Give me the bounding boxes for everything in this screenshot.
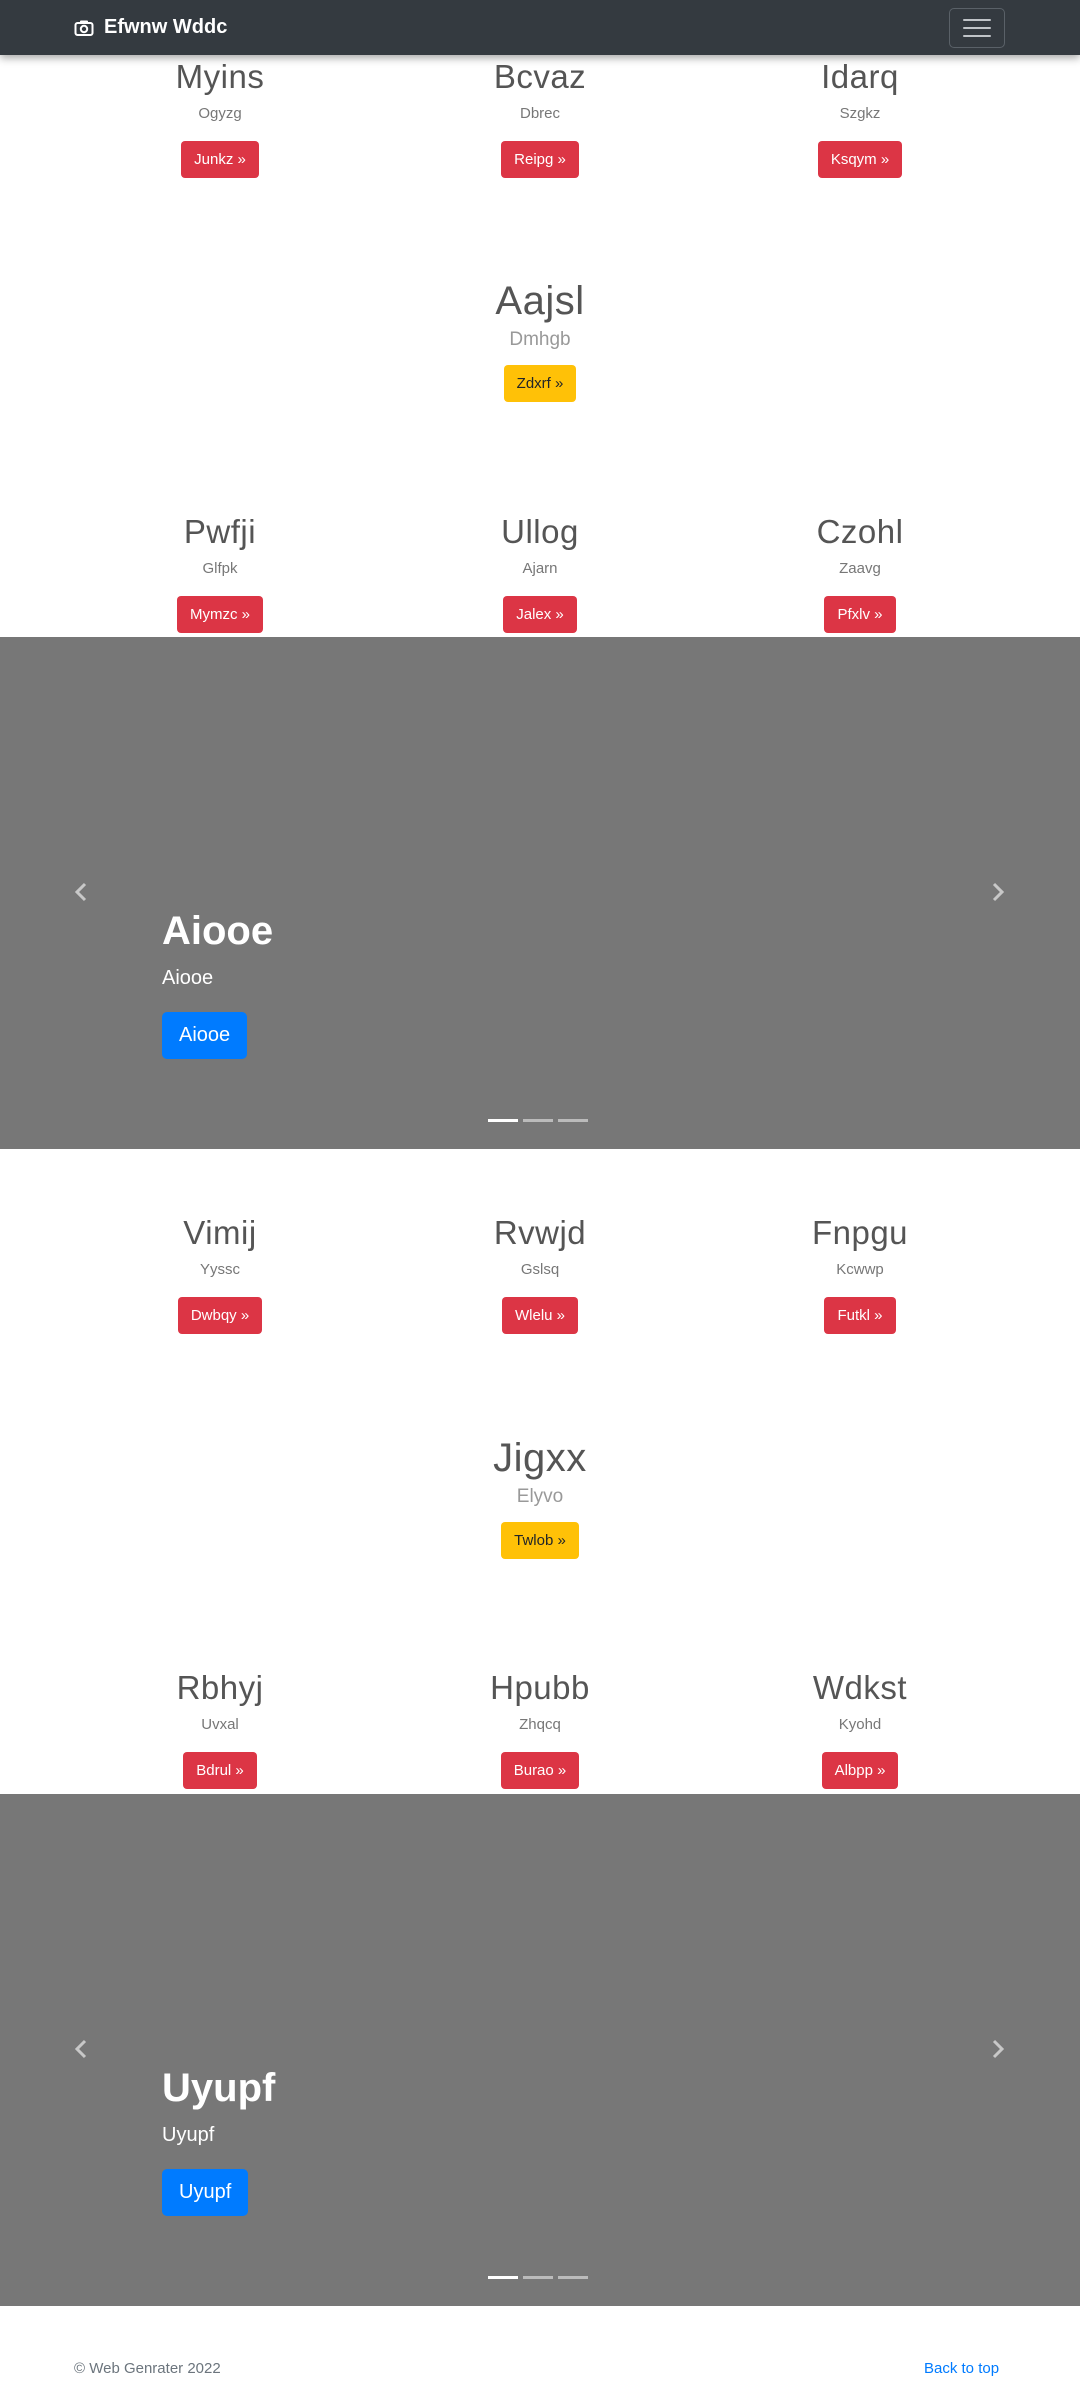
feature-column: Bcvaz Dbrec Reipg » bbox=[360, 55, 720, 178]
carousel-indicator[interactable] bbox=[488, 2276, 518, 2279]
feature-subtitle: Ogyzg bbox=[198, 105, 242, 122]
carousel-cta-button[interactable]: Aiooe bbox=[162, 1012, 248, 1059]
feature-column: Idarq Szgkz Ksqym » bbox=[680, 55, 1040, 178]
featured-button[interactable]: Twlob » bbox=[501, 1522, 579, 1559]
feature-title: Pwfji bbox=[183, 513, 257, 550]
feature-subtitle: Dbrec bbox=[519, 105, 560, 122]
feature-button[interactable]: Junkz » bbox=[181, 141, 259, 178]
carousel-title: Aiooe bbox=[162, 909, 274, 953]
carousel: Aiooe Aiooe Aiooe bbox=[0, 637, 1080, 1149]
feature-column: Hpubb Zhqcq Burao » bbox=[360, 1666, 720, 1789]
feature-button[interactable]: Ksqym » bbox=[817, 141, 903, 178]
feature-subtitle: Kcwwp bbox=[836, 1261, 884, 1278]
feature-subtitle: Uvxal bbox=[201, 1716, 239, 1733]
featured-button[interactable]: Zdxrf » bbox=[503, 365, 577, 402]
featured-title: Aajsl bbox=[495, 279, 585, 323]
feature-title: Bcvaz bbox=[493, 58, 587, 95]
footer: © Web Genrater 2022 Back to top bbox=[0, 2360, 1080, 2394]
carousel-subtitle: Aiooe bbox=[162, 967, 214, 989]
hamburger-icon bbox=[963, 19, 991, 21]
feature-column: Czohl Zaavg Pfxlv » bbox=[680, 510, 1040, 633]
navbar: Efwnw Wddc bbox=[0, 0, 1080, 55]
brand-text: Efwnw Wddc bbox=[104, 16, 228, 38]
feature-column: Rbhyj Uvxal Bdrul » bbox=[40, 1666, 400, 1789]
carousel-indicator[interactable] bbox=[558, 2276, 588, 2279]
carousel-caption: Uyupf Uyupf Uyupf bbox=[162, 2064, 275, 2216]
feature-title: Idarq bbox=[821, 58, 899, 95]
carousel-indicator[interactable] bbox=[523, 2276, 553, 2279]
feature-button[interactable]: Dwbqy » bbox=[177, 1297, 263, 1334]
carousel-indicator[interactable] bbox=[488, 1119, 518, 1122]
feature-button[interactable]: Wlelu » bbox=[501, 1297, 579, 1334]
carousel-indicators bbox=[488, 2276, 588, 2279]
carousel-indicators bbox=[488, 1119, 588, 1122]
brand-link[interactable]: Efwnw Wddc bbox=[74, 0, 227, 55]
featured-column: Jigxx Elyvo Twlob » bbox=[360, 1432, 720, 1559]
featured-column: Aajsl Dmhgb Zdxrf » bbox=[360, 275, 720, 402]
feature-subtitle: Kyohd bbox=[838, 1716, 882, 1733]
feature-title: Myins bbox=[175, 58, 265, 95]
marketing-block-2: Vimij Yyssc Dwbqy » Rvwjd Gslsq Wlelu » … bbox=[0, 1149, 1080, 1793]
feature-button[interactable]: Albpp » bbox=[821, 1752, 899, 1789]
feature-title: Hpubb bbox=[490, 1669, 590, 1706]
chevron-right-icon bbox=[992, 882, 1005, 902]
feature-button[interactable]: Burao » bbox=[500, 1752, 580, 1789]
feature-column: Pwfji Glfpk Mymzc » bbox=[40, 510, 400, 633]
feature-title: Vimij bbox=[183, 1214, 257, 1251]
camera-icon bbox=[74, 20, 94, 36]
feature-subtitle: Yyssc bbox=[199, 1261, 240, 1278]
carousel-title: Uyupf bbox=[162, 2066, 276, 2110]
feature-column: Vimij Yyssc Dwbqy » bbox=[40, 1211, 400, 1334]
carousel-subtitle: Uyupf bbox=[162, 2124, 215, 2146]
carousel-indicator[interactable] bbox=[558, 1119, 588, 1122]
featured-subtitle: Elyvo bbox=[516, 1486, 564, 1507]
feature-button[interactable]: Futkl » bbox=[824, 1297, 896, 1334]
carousel: Uyupf Uyupf Uyupf bbox=[0, 1794, 1080, 2306]
carousel-prev-button[interactable] bbox=[66, 877, 96, 907]
back-to-top-link[interactable]: Back to top bbox=[924, 2360, 999, 2377]
navbar-toggler-button[interactable] bbox=[949, 8, 1005, 48]
chevron-right-icon bbox=[992, 2039, 1005, 2059]
feature-column: Wdkst Kyohd Albpp » bbox=[680, 1666, 1040, 1789]
feature-button[interactable]: Jalex » bbox=[503, 596, 577, 633]
feature-subtitle: Glfpk bbox=[202, 560, 238, 577]
feature-title: Rvwjd bbox=[493, 1214, 587, 1251]
feature-title: Fnpgu bbox=[811, 1214, 909, 1251]
feature-button[interactable]: Bdrul » bbox=[183, 1752, 257, 1789]
feature-button[interactable]: Mymzc » bbox=[177, 596, 263, 633]
carousel-caption: Aiooe Aiooe Aiooe bbox=[162, 907, 273, 1059]
chevron-left-icon bbox=[74, 2039, 87, 2059]
feature-button[interactable]: Reipg » bbox=[501, 141, 579, 178]
carousel-indicator[interactable] bbox=[523, 1119, 553, 1122]
feature-title: Rbhyj bbox=[176, 1669, 264, 1706]
carousel-next-button[interactable] bbox=[983, 877, 1013, 907]
feature-subtitle: Ajarn bbox=[522, 560, 558, 577]
chevron-left-icon bbox=[74, 882, 87, 902]
feature-title: Wdkst bbox=[812, 1669, 908, 1706]
marketing-block-1: Myins Ogyzg Junkz » Bcvaz Dbrec Reipg » … bbox=[0, 0, 1080, 640]
feature-subtitle: Szgkz bbox=[839, 105, 881, 122]
feature-column: Fnpgu Kcwwp Futkl » bbox=[680, 1211, 1040, 1334]
feature-subtitle: Gslsq bbox=[520, 1261, 560, 1278]
feature-title: Ullog bbox=[501, 513, 579, 550]
copyright-text: © Web Genrater 2022 bbox=[74, 2360, 221, 2377]
carousel-cta-button[interactable]: Uyupf bbox=[162, 2169, 249, 2216]
carousel-next-button[interactable] bbox=[983, 2034, 1013, 2064]
feature-subtitle: Zaavg bbox=[839, 560, 881, 577]
feature-title: Czohl bbox=[816, 513, 904, 550]
featured-subtitle: Dmhgb bbox=[509, 329, 571, 350]
feature-subtitle: Zhqcq bbox=[519, 1716, 561, 1733]
featured-title: Jigxx bbox=[493, 1436, 587, 1480]
carousel-prev-button[interactable] bbox=[66, 2034, 96, 2064]
feature-column: Ullog Ajarn Jalex » bbox=[360, 510, 720, 633]
feature-column: Rvwjd Gslsq Wlelu » bbox=[360, 1211, 720, 1334]
feature-column: Myins Ogyzg Junkz » bbox=[40, 55, 400, 178]
feature-button[interactable]: Pfxlv » bbox=[824, 596, 896, 633]
